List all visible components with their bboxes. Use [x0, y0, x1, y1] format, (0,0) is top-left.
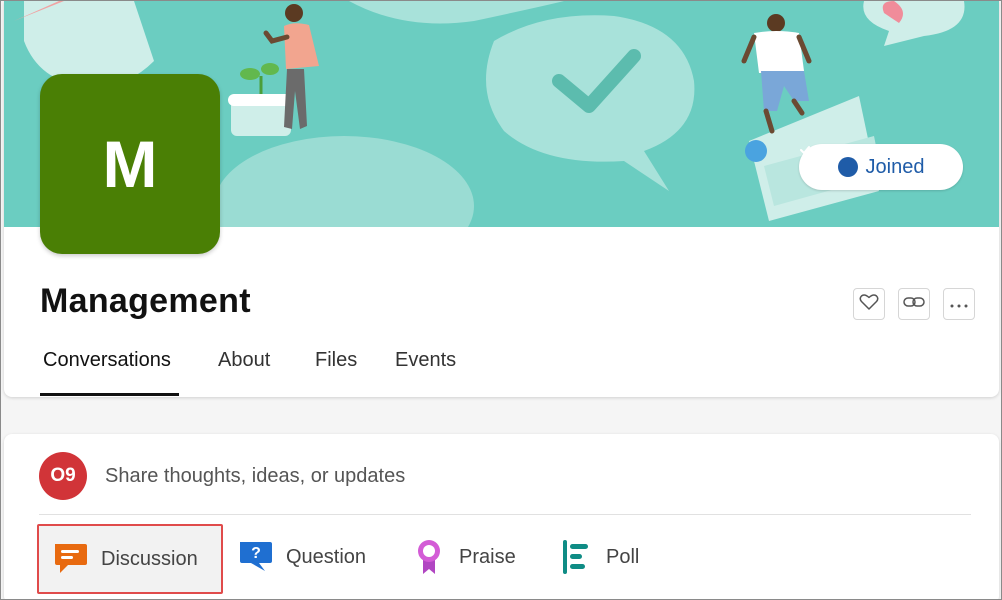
more-icon	[950, 295, 968, 313]
post-type-label: Praise	[459, 545, 516, 568]
post-input[interactable]	[105, 462, 965, 490]
active-tab-indicator	[40, 393, 179, 396]
post-type-label: Discussion	[101, 547, 198, 570]
group-avatar: M	[40, 74, 220, 254]
poll-icon	[556, 537, 596, 577]
group-header-card: Joined M Management Conversations About …	[4, 1, 999, 397]
divider	[39, 514, 971, 515]
joined-label: Joined	[865, 155, 925, 178]
post-type-question[interactable]: ? Question	[236, 524, 366, 590]
favorite-button[interactable]	[853, 288, 885, 320]
praise-icon	[409, 537, 449, 577]
tab-label: Events	[395, 349, 457, 371]
tab-label: About	[218, 349, 271, 371]
post-type-label: Poll	[606, 545, 640, 568]
more-options-button[interactable]	[943, 288, 975, 320]
svg-text:?: ?	[251, 545, 261, 562]
post-composer: O9 Discussion ? Question	[4, 434, 999, 599]
post-type-poll[interactable]: Poll	[556, 524, 639, 590]
copy-link-button[interactable]	[898, 288, 930, 320]
heart-icon	[859, 293, 879, 316]
tab-conversations[interactable]: Conversations	[43, 349, 171, 397]
post-type-discussion[interactable]: Discussion	[37, 524, 223, 594]
joined-button[interactable]: Joined	[799, 144, 963, 190]
page-title: Management	[40, 282, 251, 320]
tab-label: Conversations	[43, 349, 171, 371]
discussion-icon	[51, 539, 91, 579]
tab-label: Files	[315, 349, 358, 371]
post-type-praise[interactable]: Praise	[409, 524, 516, 590]
tab-files[interactable]: Files	[315, 349, 357, 397]
tab-events[interactable]: Events	[395, 349, 456, 397]
check-icon	[800, 146, 858, 177]
link-icon	[903, 295, 925, 314]
app-frame: Joined M Management Conversations About …	[0, 0, 1002, 600]
avatar: O9	[39, 452, 87, 500]
question-icon: ?	[236, 537, 276, 577]
tab-about[interactable]: About	[218, 349, 270, 397]
post-type-label: Question	[286, 545, 367, 568]
